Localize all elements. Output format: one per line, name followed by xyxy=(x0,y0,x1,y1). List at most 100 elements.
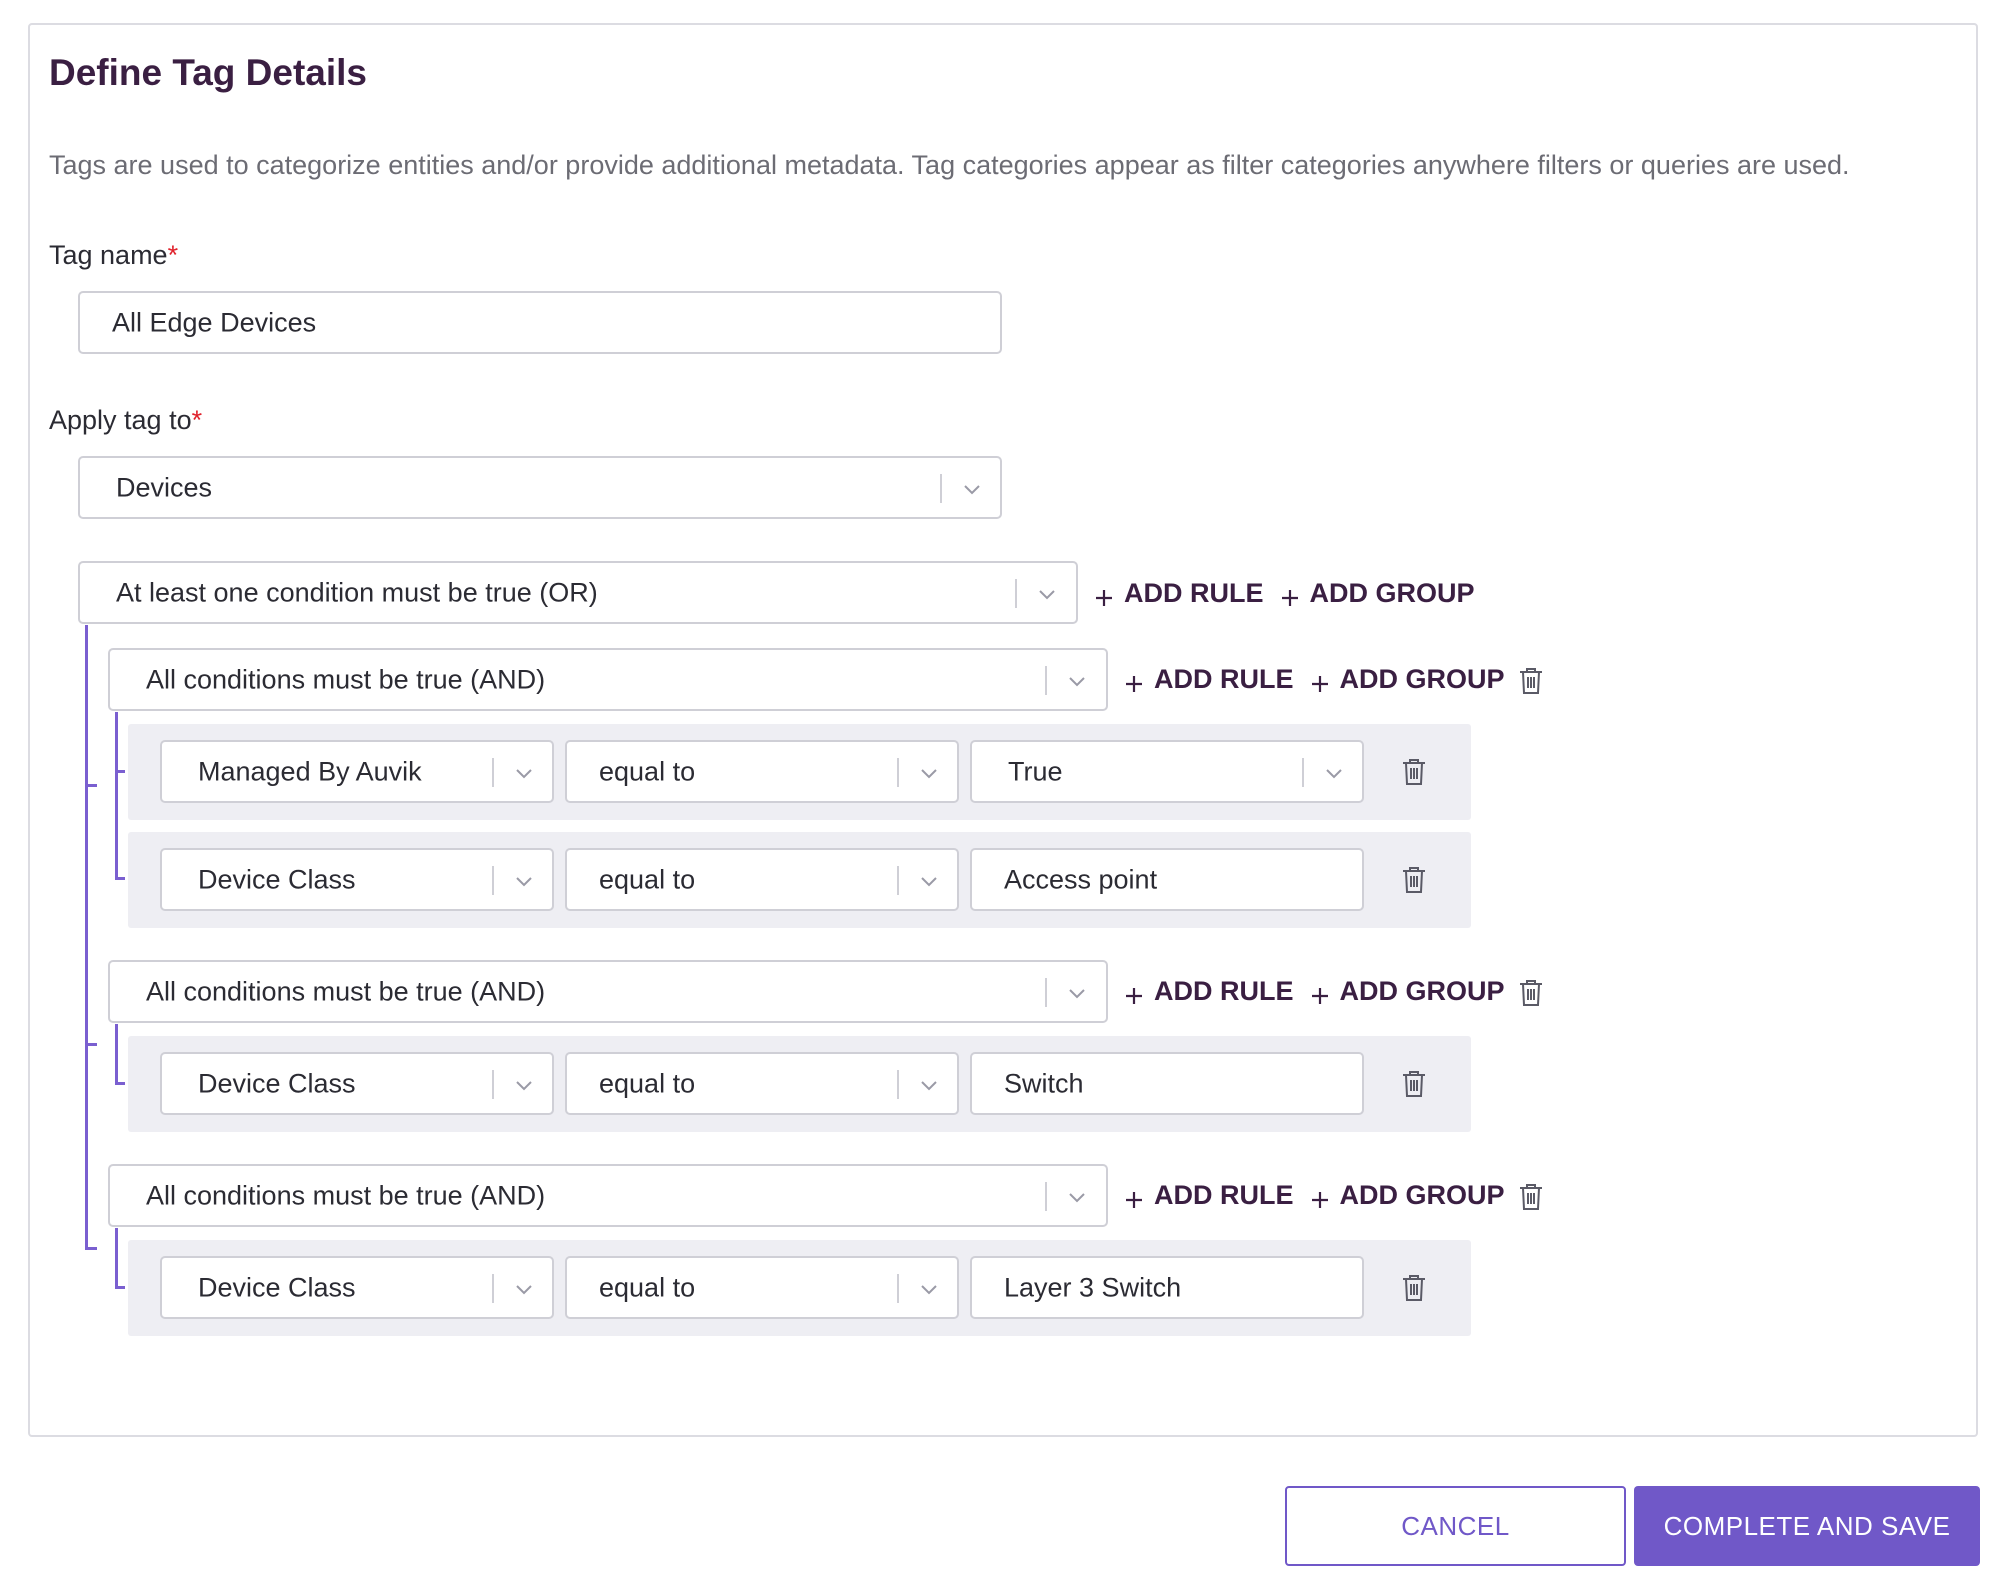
root-bracket xyxy=(85,625,88,1250)
group-1-add-group-button[interactable]: ADD GROUP xyxy=(1310,664,1505,695)
group-2-add-group-button[interactable]: ADD GROUP xyxy=(1310,976,1505,1007)
add-group-label: ADD GROUP xyxy=(1309,578,1475,608)
rule-field-value: Managed By Auvik xyxy=(198,756,422,786)
add-rule-label: ADD RULE xyxy=(1124,578,1264,608)
plus-icon xyxy=(1280,584,1300,606)
apply-to-label: Apply tag to* xyxy=(49,405,202,436)
root-condition-select[interactable]: At least one condition must be true (OR) xyxy=(78,561,1078,624)
group-3-bracket xyxy=(115,1228,118,1289)
add-group-label: ADD GROUP xyxy=(1339,1180,1505,1210)
rule-operator-value: equal to xyxy=(599,1272,696,1302)
group-2-bracket xyxy=(115,1024,118,1085)
add-rule-label: ADD RULE xyxy=(1154,976,1294,1006)
group-2-delete-button[interactable] xyxy=(1517,978,1545,1008)
rule-value-select[interactable]: True xyxy=(970,740,1364,803)
rule-field-select[interactable]: Device Class xyxy=(160,1052,554,1115)
chevron-down-icon xyxy=(960,477,984,501)
chevron-down-icon xyxy=(917,1277,941,1301)
group-1-actions: ADD RULE ADD GROUP xyxy=(1124,664,1505,695)
chevron-down-icon xyxy=(512,1277,536,1301)
chevron-down-icon xyxy=(917,761,941,785)
apply-to-value: Devices xyxy=(116,472,213,502)
group-3-condition-select[interactable]: All conditions must be true (AND) xyxy=(108,1164,1108,1227)
rule-operator-select[interactable]: equal to xyxy=(565,848,959,911)
group-1-add-rule-button[interactable]: ADD RULE xyxy=(1124,664,1294,695)
rule-value: Switch xyxy=(1004,1068,1084,1098)
add-group-label: ADD GROUP xyxy=(1339,664,1505,694)
rule-operator-value: equal to xyxy=(599,1068,696,1098)
apply-to-select[interactable]: Devices xyxy=(78,456,1002,519)
chevron-down-icon xyxy=(512,761,536,785)
plus-icon xyxy=(1094,584,1114,606)
chevron-down-icon xyxy=(917,869,941,893)
rule-value-input[interactable]: Layer 3 Switch xyxy=(970,1256,1364,1319)
group-2-add-rule-button[interactable]: ADD RULE xyxy=(1124,976,1294,1007)
trash-icon xyxy=(1403,1071,1425,1097)
chevron-down-icon xyxy=(1065,669,1089,693)
plus-icon xyxy=(1124,982,1144,1004)
chevron-down-icon xyxy=(1065,981,1089,1005)
root-condition-value: At least one condition must be true (OR) xyxy=(116,577,598,607)
chevron-down-icon xyxy=(1065,1185,1089,1209)
rule-delete-button[interactable] xyxy=(1400,1069,1428,1099)
rule-value-input[interactable]: Switch xyxy=(970,1052,1364,1115)
tag-name-value: All Edge Devices xyxy=(112,307,317,337)
add-rule-label: ADD RULE xyxy=(1154,664,1294,694)
rule-value-input[interactable]: Access point xyxy=(970,848,1364,911)
chevron-down-icon xyxy=(917,1073,941,1097)
rule-value: True xyxy=(1008,756,1063,786)
tag-name-input[interactable]: All Edge Devices xyxy=(78,291,1002,354)
group-condition-value: All conditions must be true (AND) xyxy=(146,1180,546,1210)
rule-delete-button[interactable] xyxy=(1400,757,1428,787)
root-add-rule-button[interactable]: ADD RULE xyxy=(1094,578,1264,609)
group-3-add-group-button[interactable]: ADD GROUP xyxy=(1310,1180,1505,1211)
rule-operator-select[interactable]: equal to xyxy=(565,1256,959,1319)
chevron-down-icon xyxy=(1322,761,1346,785)
chevron-down-icon xyxy=(512,869,536,893)
rule-delete-button[interactable] xyxy=(1400,865,1428,895)
rule-value: Access point xyxy=(1004,864,1158,894)
rule-field-select[interactable]: Managed By Auvik xyxy=(160,740,554,803)
group-condition-value: All conditions must be true (AND) xyxy=(146,976,546,1006)
group-2-actions: ADD RULE ADD GROUP xyxy=(1124,976,1505,1007)
trash-icon xyxy=(1403,1275,1425,1301)
rule-field-select[interactable]: Device Class xyxy=(160,848,554,911)
add-group-label: ADD GROUP xyxy=(1339,976,1505,1006)
plus-icon xyxy=(1310,982,1330,1004)
group-3-delete-button[interactable] xyxy=(1517,1182,1545,1212)
add-rule-label: ADD RULE xyxy=(1154,1180,1294,1210)
group-1-bracket xyxy=(115,712,118,880)
page-description: Tags are used to categorize entities and… xyxy=(49,150,1850,180)
group-1-delete-button[interactable] xyxy=(1517,666,1545,696)
rule-field-value: Device Class xyxy=(198,1068,356,1098)
trash-icon xyxy=(1520,668,1542,694)
rule-operator-value: equal to xyxy=(599,756,696,786)
cancel-button[interactable]: CANCEL xyxy=(1285,1486,1626,1566)
plus-icon xyxy=(1124,1186,1144,1208)
chevron-down-icon xyxy=(512,1073,536,1097)
required-mark: * xyxy=(191,405,203,435)
rule-field-value: Device Class xyxy=(198,1272,356,1302)
group-condition-value: All conditions must be true (AND) xyxy=(146,664,546,694)
rule-delete-button[interactable] xyxy=(1400,1273,1428,1303)
plus-icon xyxy=(1124,670,1144,692)
rule-operator-select[interactable]: equal to xyxy=(565,1052,959,1115)
rule-operator-value: equal to xyxy=(599,864,696,894)
trash-icon xyxy=(1403,867,1425,893)
apply-to-label-text: Apply tag to xyxy=(49,405,192,435)
plus-icon xyxy=(1310,1186,1330,1208)
root-add-group-button[interactable]: ADD GROUP xyxy=(1280,578,1475,609)
complete-and-save-button[interactable]: COMPLETE AND SAVE xyxy=(1634,1486,1980,1566)
group-1-condition-select[interactable]: All conditions must be true (AND) xyxy=(108,648,1108,711)
rule-field-select[interactable]: Device Class xyxy=(160,1256,554,1319)
group-3-add-rule-button[interactable]: ADD RULE xyxy=(1124,1180,1294,1211)
rule-field-value: Device Class xyxy=(198,864,356,894)
group-2-condition-select[interactable]: All conditions must be true (AND) xyxy=(108,960,1108,1023)
group-3-actions: ADD RULE ADD GROUP xyxy=(1124,1180,1505,1211)
trash-icon xyxy=(1403,759,1425,785)
rule-operator-select[interactable]: equal to xyxy=(565,740,959,803)
chevron-down-icon xyxy=(1035,582,1059,606)
page-title: Define Tag Details xyxy=(49,52,368,93)
trash-icon xyxy=(1520,980,1542,1006)
plus-icon xyxy=(1310,670,1330,692)
